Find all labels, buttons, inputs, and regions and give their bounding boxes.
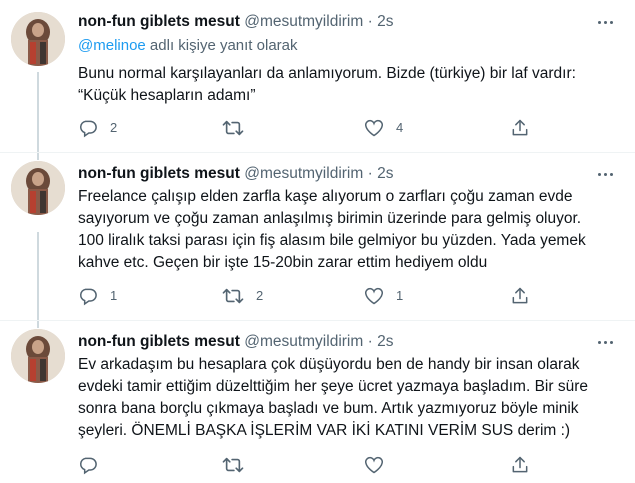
- user-handle[interactable]: @mesutmyildirim: [244, 333, 363, 350]
- tweet[interactable]: non-fun giblets mesut @mesutmyildirim · …: [0, 0, 635, 152]
- tweet-text-line: sonra bana borçlu çıkmaya başladı ve bum…: [78, 400, 579, 417]
- reply-count: 1: [110, 288, 118, 303]
- tweet-text: Ev arkadaşım bu hesaplara çok düşüyordu …: [78, 354, 615, 442]
- tweet-text-line: şeyleri. ÖNEMLİ BAŞKA İŞLERİM VAR İKİ KA…: [78, 422, 571, 439]
- share-button[interactable]: [510, 455, 530, 475]
- share-button[interactable]: [510, 286, 530, 306]
- retweet-button[interactable]: [222, 118, 256, 138]
- reply-button[interactable]: 2: [78, 118, 117, 138]
- tweet-text-line: “Küçük hesapların adamı”: [78, 87, 256, 104]
- share-icon: [512, 456, 528, 473]
- tweet-text: Freelance çalışıp elden zarfla kaşe alıy…: [78, 186, 615, 274]
- share-icon: [512, 119, 528, 136]
- display-name[interactable]: non-fun giblets mesut: [78, 165, 240, 182]
- tweet-header: non-fun giblets mesut @mesutmyildirim · …: [78, 164, 393, 184]
- tweet-text-line: sayıyorum ve çoğu zaman anlaşılmış birim…: [78, 210, 582, 227]
- timestamp[interactable]: 2s: [377, 13, 393, 30]
- tweet-text-line: kahve etc. Geçen bir işte 15-20bin zarar…: [78, 254, 488, 271]
- like-count: 4: [396, 120, 404, 135]
- avatar[interactable]: [11, 12, 65, 66]
- share-icon: [512, 287, 528, 304]
- heart-icon: [365, 287, 383, 305]
- display-name[interactable]: non-fun giblets mesut: [78, 13, 240, 30]
- tweet-text-line: Ev arkadaşım bu hesaplara çok düşüyordu …: [78, 356, 580, 373]
- tweet-header: non-fun giblets mesut @mesutmyildirim · …: [78, 12, 393, 32]
- heart-icon: [365, 119, 383, 137]
- heart-icon: [365, 456, 383, 474]
- timestamp[interactable]: 2s: [377, 165, 393, 182]
- tweet-header: non-fun giblets mesut @mesutmyildirim · …: [78, 332, 393, 352]
- reply-icon: [80, 120, 97, 138]
- tweet[interactable]: non-fun giblets mesut @mesutmyildirim · …: [0, 320, 635, 483]
- share-button[interactable]: [510, 118, 530, 138]
- reply-count: 2: [110, 120, 118, 135]
- like-count: 1: [396, 288, 404, 303]
- tweet-text-line: evdeki tamir ettiğim düzelttiğim her şey…: [78, 378, 588, 395]
- more-icon[interactable]: [595, 164, 615, 184]
- display-name[interactable]: non-fun giblets mesut: [78, 333, 240, 350]
- more-icon[interactable]: [595, 12, 615, 32]
- more-icon[interactable]: [595, 332, 615, 352]
- retweet-button[interactable]: 2: [222, 286, 263, 306]
- like-button[interactable]: 4: [364, 118, 403, 138]
- reply-button[interactable]: 1: [78, 286, 117, 306]
- retweet-icon: [222, 457, 244, 473]
- like-button[interactable]: 1: [364, 286, 403, 306]
- reply-to-text: adlı kişiye yanıt olarak: [145, 37, 298, 54]
- retweet-button[interactable]: [222, 455, 256, 475]
- tweet-text-line: 100 liralık taksi parası için fiş alasım…: [78, 232, 586, 249]
- user-handle[interactable]: @mesutmyildirim: [244, 13, 363, 30]
- action-bar: 1 2 1: [78, 286, 615, 306]
- retweet-icon: [222, 288, 244, 304]
- timestamp[interactable]: 2s: [377, 333, 393, 350]
- tweet-text-line: Bunu normal karşılayanları da anlamıyoru…: [78, 65, 576, 82]
- reply-button[interactable]: [78, 455, 110, 475]
- action-bar: 2 4: [78, 118, 615, 138]
- separator-dot: ·: [367, 13, 373, 30]
- separator-dot: ·: [367, 333, 373, 350]
- retweet-count: 2: [256, 288, 264, 303]
- like-button[interactable]: [364, 455, 396, 475]
- retweet-icon: [222, 120, 244, 136]
- tweet-text-line: Freelance çalışıp elden zarfla kaşe alıy…: [78, 188, 573, 205]
- reply-context: @melinoe adlı kişiye yanıt olarak: [78, 36, 298, 56]
- reply-icon: [80, 288, 97, 306]
- reply-to-link[interactable]: @melinoe: [78, 37, 146, 54]
- action-bar: [78, 455, 615, 475]
- user-handle[interactable]: @mesutmyildirim: [244, 165, 363, 182]
- reply-icon: [80, 457, 97, 475]
- tweet-text: Bunu normal karşılayanları da anlamıyoru…: [78, 63, 615, 107]
- tweet[interactable]: non-fun giblets mesut @mesutmyildirim · …: [0, 152, 635, 321]
- avatar[interactable]: [11, 161, 65, 215]
- separator-dot: ·: [367, 165, 373, 182]
- avatar[interactable]: [11, 329, 65, 383]
